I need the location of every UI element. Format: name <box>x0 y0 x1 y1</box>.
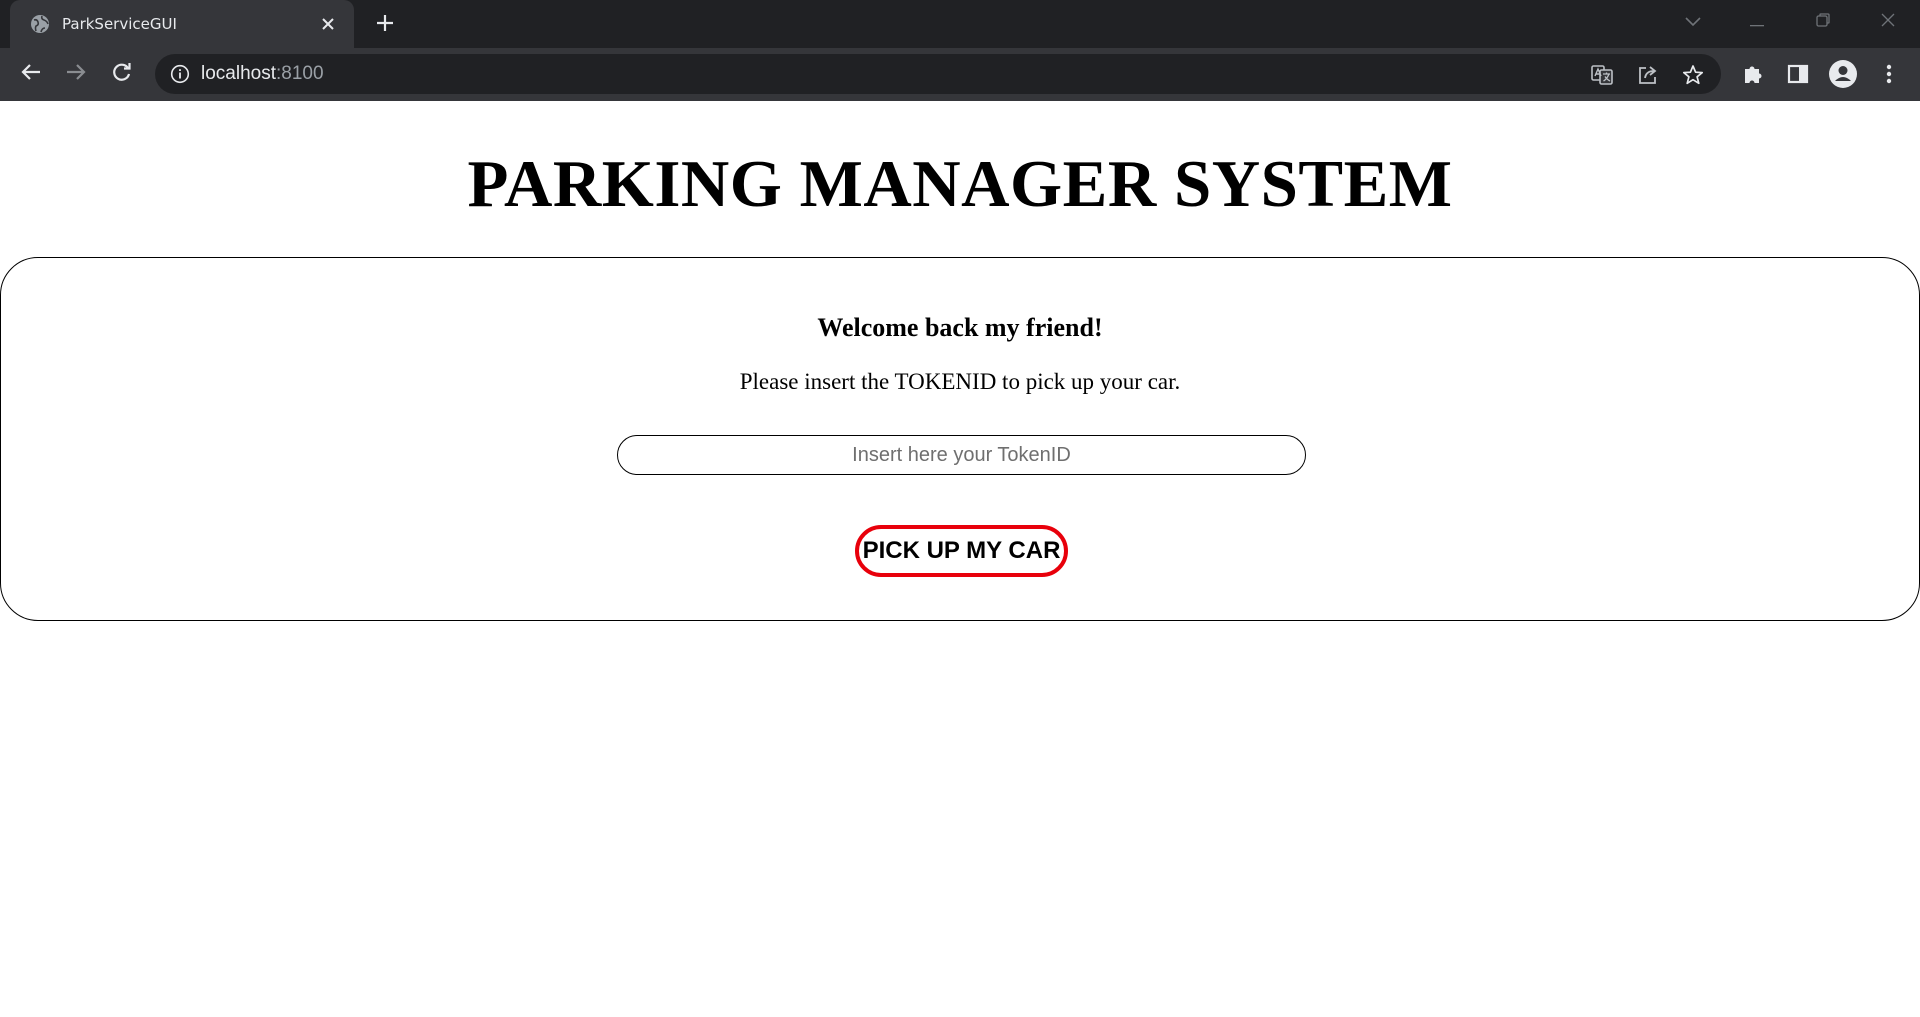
close-icon <box>1881 12 1895 31</box>
pickup-card: Welcome back my friend! Please insert th… <box>0 257 1920 621</box>
puzzle-icon[interactable] <box>1737 58 1769 90</box>
page-title: PARKING MANAGER SYSTEM <box>467 147 1453 221</box>
tab-title: ParkServiceGUI <box>62 15 177 33</box>
pick-up-car-button[interactable]: PICK UP MY CAR <box>855 525 1068 577</box>
url-host: localhost <box>201 63 276 84</box>
tab-strip: ParkServiceGUI <box>0 0 1920 48</box>
page-content: PARKING MANAGER SYSTEM Welcome back my f… <box>0 101 1920 1017</box>
globe-icon <box>30 14 50 34</box>
reload-icon <box>112 62 132 86</box>
plus-icon <box>376 14 394 36</box>
restore-button[interactable] <box>1803 8 1843 34</box>
reload-button[interactable] <box>104 56 140 92</box>
minimize-icon <box>1750 12 1764 31</box>
close-window-button[interactable] <box>1868 8 1908 34</box>
side-panel-icon[interactable] <box>1782 58 1814 90</box>
browser-tab[interactable]: ParkServiceGUI <box>10 0 354 48</box>
star-icon[interactable] <box>1679 61 1707 89</box>
kebab-menu-icon[interactable] <box>1873 58 1905 90</box>
new-tab-button[interactable] <box>370 10 400 40</box>
info-icon[interactable] <box>169 63 191 85</box>
tab-search-button[interactable] <box>1673 8 1713 34</box>
token-id-input[interactable] <box>617 435 1306 475</box>
restore-icon <box>1816 12 1830 31</box>
share-icon[interactable] <box>1634 61 1662 89</box>
url-text: localhost:8100 <box>201 63 324 85</box>
browser-toolbar: localhost:8100 <box>0 48 1920 101</box>
profile-icon[interactable] <box>1827 58 1859 90</box>
welcome-heading: Welcome back my friend! <box>817 313 1103 342</box>
close-icon[interactable] <box>316 12 340 36</box>
translate-icon[interactable] <box>1588 61 1616 89</box>
chevron-down-icon <box>1685 12 1701 31</box>
address-bar[interactable]: localhost:8100 <box>155 54 1721 94</box>
minimize-button[interactable] <box>1737 8 1777 34</box>
arrow-left-icon <box>21 63 41 85</box>
url-port: :8100 <box>276 63 324 84</box>
forward-button[interactable] <box>58 56 94 92</box>
back-button[interactable] <box>13 56 49 92</box>
browser-chrome: ParkServiceGUI localhost:8100 <box>0 0 1920 101</box>
instruction-text: Please insert the TOKENID to pick up you… <box>739 369 1181 394</box>
arrow-right-icon <box>66 63 86 85</box>
